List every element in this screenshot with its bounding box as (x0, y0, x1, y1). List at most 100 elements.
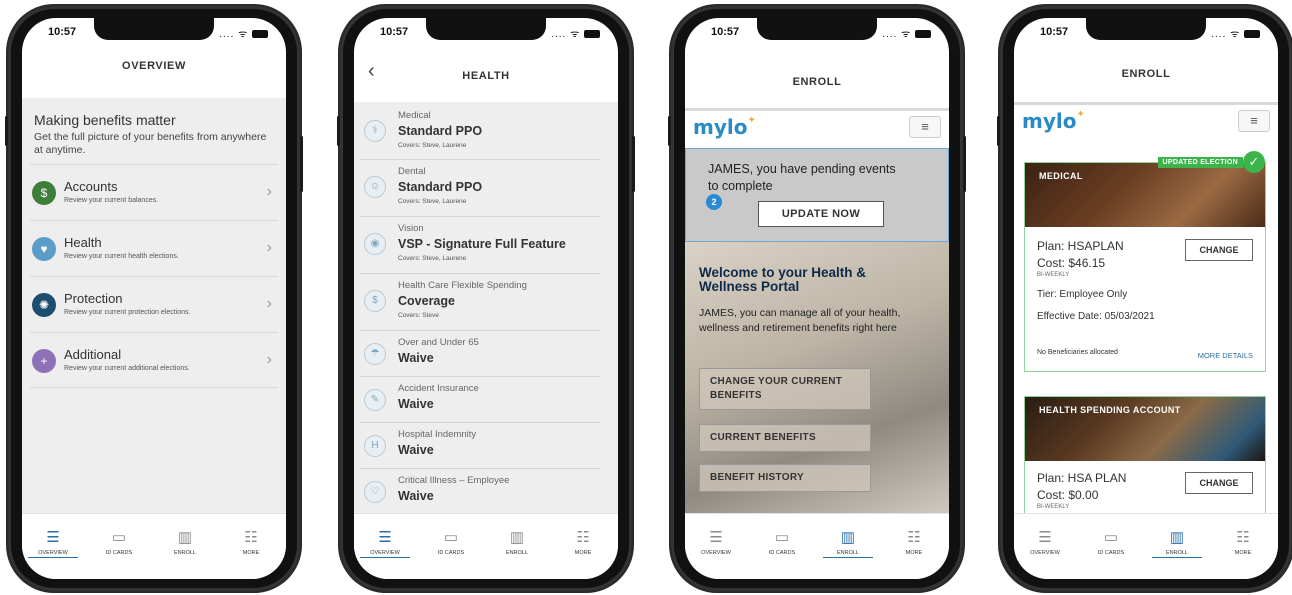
tab-label: MORE (242, 550, 260, 556)
accounts-icon: $ (32, 181, 56, 205)
tab-bar: ☰ OVERVIEW ▭ ID CARDS ▥ ENROLL ☷ MORE (354, 513, 618, 579)
additional-icon: + (32, 349, 56, 373)
list-item-accident[interactable]: ✎ Accident Insurance Waive (360, 377, 600, 423)
beneficiaries-label: No Beneficiaries allocated (1037, 349, 1118, 356)
status-icons: .... ᯤ (219, 26, 268, 40)
overview-tab-icon: ☰ (1038, 529, 1052, 546)
hamburger-menu-icon[interactable]: ≡ (909, 116, 941, 138)
page-title: OVERVIEW (122, 60, 186, 72)
row-title: Health (64, 235, 102, 250)
list-item-hospital[interactable]: H Hospital Indemnity Waive (360, 423, 600, 469)
row-subtitle: Review your current balances. (64, 197, 159, 204)
tab-overview[interactable]: ☰ OVERVIEW (691, 528, 741, 556)
overview-row-accounts[interactable]: $ Accounts Review your current balances.… (30, 164, 278, 220)
tab-overview[interactable]: ☰ OVERVIEW (28, 528, 78, 558)
checklist-icon: ☷ (907, 529, 921, 546)
shield-heart-icon: ♡ (364, 481, 386, 503)
list-item-dental[interactable]: ☺ Dental Standard PPO Covers: Steve, Lau… (360, 160, 600, 217)
plan-label: Waive (398, 489, 434, 503)
books-icon: ▥ (509, 529, 525, 546)
power-button (300, 136, 303, 192)
tab-bar: ☰ OVERVIEW ▭ ID CARDS ▥ ENROLL ☷ MORE (685, 513, 949, 579)
id-card-icon: ▭ (1103, 529, 1119, 546)
change-button[interactable]: CHANGE (1185, 472, 1253, 494)
list-item-critical-illness[interactable]: ♡ Critical Illness – Employee Waive (360, 469, 600, 513)
phone-enroll-cards: 10:57 .... ᯤ ENROLL mylo✦ ≡ MEDICAL UPDA… (997, 6, 1292, 591)
tab-more[interactable]: ☷ MORE (889, 528, 939, 556)
checklist-icon: ☷ (244, 529, 258, 546)
books-icon: ▥ (840, 529, 856, 546)
tab-id-cards[interactable]: ▭ ID CARDS (94, 528, 144, 556)
tab-more[interactable]: ☷ MORE (226, 528, 276, 556)
pending-count-badge: 2 (706, 194, 722, 210)
change-benefits-button[interactable]: CHANGE YOUR CURRENT BENEFITS (699, 368, 871, 410)
plan-label: Plan: HSA PLAN (1037, 471, 1127, 485)
welcome-heading: Welcome to your Health & Wellness Portal (699, 265, 867, 294)
change-button[interactable]: CHANGE (1185, 239, 1253, 261)
tab-enroll[interactable]: ▥ ENROLL (160, 528, 210, 556)
plan-label: Waive (398, 351, 434, 365)
overview-row-protection[interactable]: ✺ Protection Review your current protect… (30, 276, 278, 332)
mylo-header: mylo✦ ≡ (1014, 102, 1278, 136)
id-card-icon: ▭ (774, 529, 790, 546)
books-icon: ▥ (1169, 529, 1185, 546)
health-icon: ♥ (32, 237, 56, 261)
chevron-right-icon: › (266, 295, 272, 312)
tab-enroll[interactable]: ▥ ENROLL (1152, 528, 1202, 558)
category-label: Accident Insurance (398, 383, 479, 394)
hamburger-menu-icon[interactable]: ≡ (1238, 110, 1270, 132)
more-details-link[interactable]: MORE DETAILS (1198, 351, 1253, 360)
tab-enroll[interactable]: ▥ ENROLL (823, 528, 873, 558)
covers-label: Covers: Steve, Laurene (398, 198, 467, 205)
bandage-icon: ✎ (364, 389, 386, 411)
tab-overview[interactable]: ☰ OVERVIEW (1020, 528, 1070, 556)
row-title: Protection (64, 291, 123, 306)
overview-row-additional[interactable]: + Additional Review your current additio… (30, 332, 278, 388)
list-item-over-under-65[interactable]: ☂ Over and Under 65 Waive (360, 331, 600, 377)
dental-icon: ☺ (364, 176, 386, 198)
chevron-right-icon: › (266, 183, 272, 200)
mylo-logo[interactable]: mylo✦ (1022, 109, 1085, 133)
id-card-icon: ▭ (443, 529, 459, 546)
category-label: Vision (398, 223, 424, 234)
notch (1086, 18, 1206, 40)
category-label: Medical (398, 110, 431, 121)
page-title: HEALTH (462, 70, 510, 82)
status-time: 10:57 (711, 26, 740, 38)
overview-tab-icon: ☰ (46, 529, 60, 546)
checklist-icon: ☷ (576, 529, 590, 546)
category-label: Over and Under 65 (398, 337, 479, 348)
tab-more[interactable]: ☷ MORE (558, 528, 608, 556)
tab-id-cards[interactable]: ▭ ID CARDS (426, 528, 476, 556)
power-button (963, 136, 966, 192)
plan-label: Standard PPO (398, 180, 483, 194)
list-item-flexible-spending[interactable]: $ Health Care Flexible Spending Coverage… (360, 274, 600, 331)
status-icons: .... ᯤ (551, 26, 600, 40)
plan-label: Coverage (398, 294, 455, 308)
list-item-medical[interactable]: ⚕ Medical Standard PPO Covers: Steve, La… (360, 104, 600, 160)
page-title: ENROLL (792, 76, 842, 88)
tab-label: ENROLL (173, 550, 196, 556)
overview-row-health[interactable]: ♥ Health Review your current health elec… (30, 220, 278, 276)
tab-overview[interactable]: ☰ OVERVIEW (360, 528, 410, 558)
current-benefits-button[interactable]: CURRENT BENEFITS (699, 424, 871, 452)
plan-label: VSP - Signature Full Feature (398, 237, 566, 251)
tab-label: MORE (1234, 550, 1252, 556)
effective-date-label: Effective Date: 05/03/2021 (1037, 311, 1155, 322)
hero-title: Making benefits matter (34, 112, 176, 128)
welcome-text: JAMES, you can manage all of your health… (699, 307, 901, 334)
tab-id-cards[interactable]: ▭ ID CARDS (1086, 528, 1136, 556)
mylo-header: mylo✦ ≡ (685, 108, 949, 142)
plan-label: Waive (398, 443, 434, 457)
card-label: MEDICAL (1039, 171, 1083, 181)
update-now-button[interactable]: UPDATE NOW (758, 201, 884, 227)
mylo-logo[interactable]: mylo✦ (693, 115, 756, 139)
tab-more[interactable]: ☷ MORE (1218, 528, 1268, 556)
benefit-history-button[interactable]: BENEFIT HISTORY (699, 464, 871, 492)
tab-enroll[interactable]: ▥ ENROLL (492, 528, 542, 556)
tab-id-cards[interactable]: ▭ ID CARDS (757, 528, 807, 556)
list-item-vision[interactable]: ◉ Vision VSP - Signature Full Feature Co… (360, 217, 600, 274)
tab-label: ENROLL (1152, 550, 1202, 558)
battery-icon (1244, 30, 1260, 39)
chevron-right-icon: › (266, 351, 272, 368)
